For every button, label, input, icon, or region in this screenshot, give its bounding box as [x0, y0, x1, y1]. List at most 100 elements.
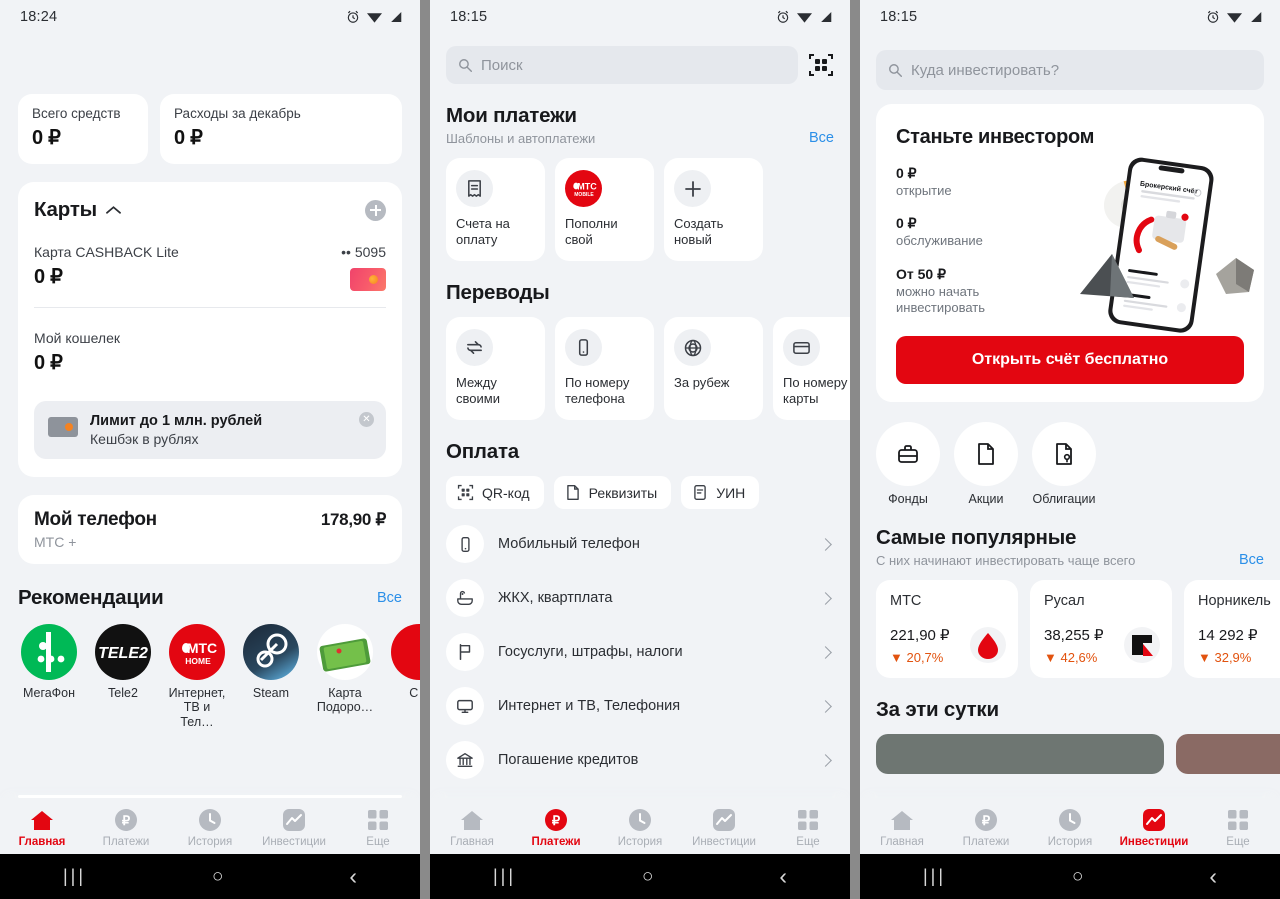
home-button[interactable]: ○: [212, 866, 223, 888]
nav-item-payments[interactable]: ₽ Платежи: [514, 807, 598, 848]
promo-banner[interactable]: Лимит до 1 млн. рублей Кешбэк в рублях ✕: [34, 401, 386, 459]
nav-item-investments[interactable]: Инвестиции: [1112, 807, 1196, 848]
stock-change: ▼ 32,9%: [1198, 650, 1252, 665]
tile-by-phone[interactable]: По номеру телефона: [555, 317, 654, 420]
fact-label: можно начать инвестировать: [896, 283, 986, 315]
nav-item-more[interactable]: Еще: [1196, 807, 1280, 848]
investments-scroll[interactable]: Куда инвестировать? Станьте инвестором 0…: [860, 34, 1280, 899]
nav-item-more[interactable]: Еще: [766, 807, 850, 848]
phone-screen-home: 18:24 Всего средств 0 ₽ Расходы за декаб…: [0, 0, 420, 899]
my-payments-all-link[interactable]: Все: [809, 130, 834, 146]
stock-card-mts[interactable]: МТС 221,90 ₽ ▼ 20,7%: [876, 580, 1018, 678]
nav-item-investments[interactable]: Инвестиции: [682, 807, 766, 848]
popular-all-link[interactable]: Все: [1239, 552, 1264, 568]
list-item[interactable]: Госуслуги, штрафы, налоги: [430, 625, 850, 679]
today-card[interactable]: [1176, 734, 1280, 774]
status-time: 18:15: [880, 9, 918, 25]
summary-tile-value: 0 ₽: [174, 127, 203, 149]
category-bonds[interactable]: Облигации: [1032, 422, 1096, 506]
chip-qr-code[interactable]: QR-код: [446, 476, 544, 509]
add-card-button[interactable]: [365, 199, 386, 221]
nav-item-home[interactable]: Главная: [430, 807, 514, 848]
promo-close-icon[interactable]: ✕: [359, 412, 374, 427]
tile-abroad[interactable]: За рубеж: [664, 317, 763, 420]
stock-price: 14 292 ₽: [1198, 627, 1258, 644]
qr-scan-icon[interactable]: [808, 52, 834, 78]
stock-card-rusal[interactable]: Русал 38,255 ₽ ▼ 42,6%: [1030, 580, 1172, 678]
cards-section: Карты Карта CASHBACK Lite 0 ₽ •• 5095 Мо…: [18, 182, 402, 477]
nav-item-history[interactable]: История: [168, 807, 252, 848]
alarm-icon: [1207, 10, 1219, 23]
recommendation-steam[interactable]: Steam: [240, 624, 302, 729]
nav-item-home[interactable]: Главная: [860, 807, 944, 848]
nav-item-history[interactable]: История: [1028, 807, 1112, 848]
recommendations-row[interactable]: МегаФон TELE2 Tele2 MTC HOME Интернет, ТВ…: [0, 610, 420, 729]
recents-button[interactable]: |||: [63, 866, 86, 887]
recommendation-troika-card[interactable]: Карта Подоро…: [314, 624, 376, 729]
nav-item-history[interactable]: История: [598, 807, 682, 848]
list-item[interactable]: Мобильный телефон: [430, 517, 850, 571]
svg-text:₽: ₽: [122, 813, 131, 828]
home-button[interactable]: ○: [642, 866, 653, 888]
popular-stocks-row[interactable]: МТС 221,90 ₽ ▼ 20,7% Русал 38,255 ₽ ▼ 42…: [860, 568, 1280, 678]
my-phone-block[interactable]: Мой телефон 178,90 ₽ МТС +: [18, 495, 402, 564]
nav-item-more[interactable]: Еще: [336, 807, 420, 848]
list-item[interactable]: Интернет и ТВ, Телефония: [430, 679, 850, 733]
plus-icon: [674, 170, 711, 207]
signal-icon: [391, 11, 402, 23]
search-bar-row: Поиск: [446, 46, 834, 84]
tile-by-card[interactable]: По номеру карты: [773, 317, 850, 420]
tile-top-up-own[interactable]: MTC MOBILE Пополни свой: [555, 158, 654, 261]
cards-header-left[interactable]: Карты: [34, 198, 121, 222]
alarm-icon: [777, 10, 789, 23]
category-stocks[interactable]: Акции: [954, 422, 1018, 506]
category-funds[interactable]: Фонды: [876, 422, 940, 506]
list-item[interactable]: ЖКХ, квартплата: [430, 571, 850, 625]
tile-between-own[interactable]: Между своими: [446, 317, 545, 420]
recommendations-all-link[interactable]: Все: [377, 590, 402, 606]
nav-item-payments[interactable]: ₽ Платежи: [84, 807, 168, 848]
payments-scroll[interactable]: Поиск Мои платежи Шаблоны и автоплатежи …: [430, 34, 850, 899]
stock-card-nornickel[interactable]: Норникель 14 292 ₽ ▼ 32,9%: [1184, 580, 1280, 678]
back-button[interactable]: ‹: [349, 863, 357, 890]
nav-label: Инвестиции: [1119, 835, 1189, 848]
flag-icon: [446, 633, 484, 671]
grid-icon: [1196, 807, 1280, 833]
chevron-up-icon[interactable]: [106, 205, 121, 215]
recommendation-label: Tele2: [108, 686, 138, 700]
phone-screen-investments: 18:15 Куда инвестировать? Станьте инвест…: [860, 0, 1280, 899]
card-amount: 0 ₽: [34, 266, 63, 288]
transfers-tiles: Между своими По номеру телефона За рубеж: [446, 317, 850, 420]
card-item-wallet[interactable]: Мой кошелек 0 ₽: [34, 308, 386, 375]
today-cards-row[interactable]: [860, 722, 1280, 774]
summary-tile-total[interactable]: Всего средств 0 ₽: [18, 94, 148, 164]
recommendation-megafon[interactable]: МегаФон: [18, 624, 80, 729]
tile-bills-to-pay[interactable]: Счета на оплату: [446, 158, 545, 261]
open-account-button[interactable]: Открыть счёт бесплатно: [896, 336, 1244, 384]
today-card[interactable]: [876, 734, 1164, 774]
recommendation-tele2[interactable]: TELE2 Tele2: [92, 624, 154, 729]
home-button[interactable]: ○: [1072, 866, 1083, 888]
back-button[interactable]: ‹: [1209, 863, 1217, 890]
tile-create-new[interactable]: Создать новый: [664, 158, 763, 261]
search-input[interactable]: Куда инвестировать?: [876, 50, 1264, 90]
nav-top-divider: [18, 795, 402, 798]
recents-button[interactable]: |||: [493, 866, 516, 887]
rusal-logo: [1124, 627, 1160, 663]
chip-requisites[interactable]: Реквизиты: [553, 476, 672, 509]
search-input[interactable]: Поиск: [446, 46, 798, 84]
list-item[interactable]: Погашение кредитов: [430, 733, 850, 787]
nav-item-payments[interactable]: ₽ Платежи: [944, 807, 1028, 848]
recommendation-label: Интернет, ТВ и Тел…: [168, 686, 226, 729]
recommendation-partial[interactable]: С о: [388, 624, 420, 729]
summary-tile-expenses[interactable]: Расходы за декабрь 0 ₽: [160, 94, 402, 164]
card-item-cashback[interactable]: Карта CASHBACK Lite 0 ₽ •• 5095: [34, 222, 386, 291]
recents-button[interactable]: |||: [923, 866, 946, 887]
card-icon: [48, 417, 78, 437]
nav-item-investments[interactable]: Инвестиции: [252, 807, 336, 848]
nav-item-home[interactable]: Главная: [0, 807, 84, 848]
back-button[interactable]: ‹: [779, 863, 787, 890]
chip-uin[interactable]: УИН: [681, 476, 760, 509]
home-scroll[interactable]: Всего средств 0 ₽ Расходы за декабрь 0 ₽…: [0, 34, 420, 899]
recommendation-internet-tv[interactable]: MTC HOME Интернет, ТВ и Тел…: [166, 624, 228, 729]
